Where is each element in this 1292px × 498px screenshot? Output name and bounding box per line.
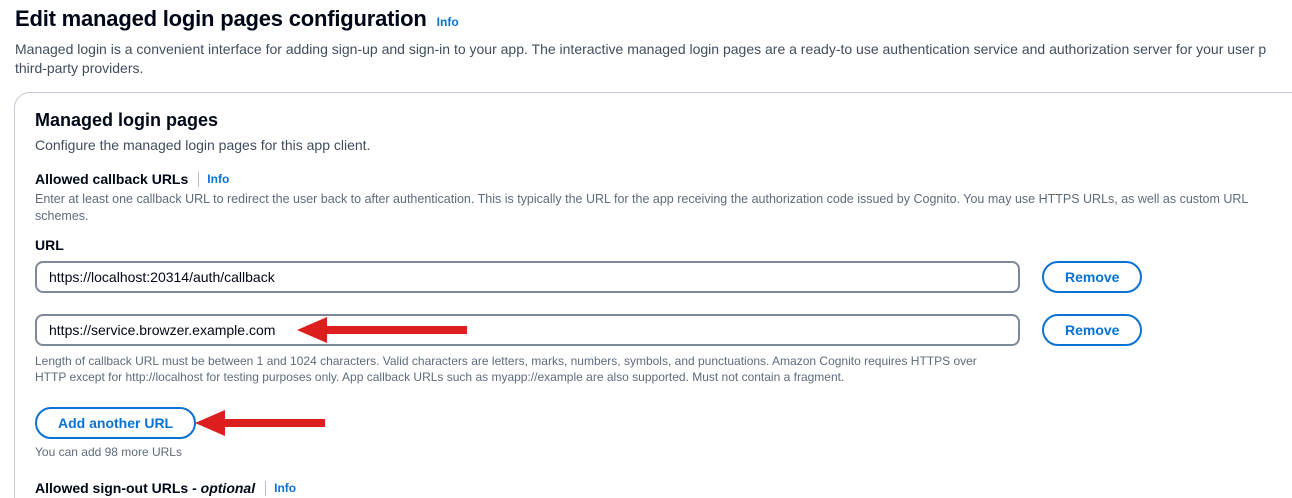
callback-info-link[interactable]: Info — [207, 172, 229, 186]
page-title-row: Edit managed login pages configuration I… — [15, 6, 1292, 32]
page-header: Edit managed login pages configuration I… — [0, 0, 1292, 78]
page-description-line2: third-party providers. — [15, 59, 1292, 78]
callback-description: Enter at least one callback URL to redir… — [35, 191, 1288, 225]
callback-url-input-1[interactable] — [35, 261, 1020, 293]
add-url-hint: You can add 98 more URLs — [35, 445, 1288, 459]
annotation-arrow-add-button-icon — [195, 410, 325, 436]
arrow-shaft — [225, 419, 325, 427]
callback-constraint-line2: HTTP except for http://localhost for tes… — [35, 369, 1288, 385]
signout-urls-label-text: Allowed sign-out URLs — [35, 480, 188, 496]
callback-constraint-line1: Length of callback URL must be between 1… — [35, 353, 1288, 369]
signout-urls-section: Allowed sign-out URLs - optional Info En… — [35, 480, 1288, 498]
page-title-info-link[interactable]: Info — [437, 15, 459, 29]
callback-url-row-1: Remove — [35, 261, 1288, 293]
card-title: Managed login pages — [35, 110, 1288, 131]
callback-constraint-text: Length of callback URL must be between 1… — [35, 353, 1288, 385]
url-column-label: URL — [35, 237, 1288, 253]
label-divider — [198, 172, 199, 187]
card-subheading: Configure the managed login pages for th… — [35, 137, 1288, 153]
signout-urls-label: Allowed sign-out URLs - optional — [35, 480, 255, 496]
allowed-callback-urls-label-row: Allowed callback URLs Info — [35, 171, 1288, 187]
callback-url-input-2[interactable] — [35, 314, 1020, 346]
allowed-callback-urls-label: Allowed callback URLs — [35, 171, 188, 187]
callback-url-row-2: Remove — [35, 314, 1288, 346]
page-title: Edit managed login pages configuration — [15, 6, 427, 32]
add-url-row: Add another URL — [35, 407, 1288, 439]
signout-urls-optional: - optional — [192, 480, 255, 496]
page-description: Managed login is a convenient interface … — [15, 40, 1292, 78]
arrow-head-icon — [195, 410, 225, 436]
add-another-url-button[interactable]: Add another URL — [35, 407, 196, 439]
signout-info-link[interactable]: Info — [274, 481, 296, 495]
page-description-line1: Managed login is a convenient interface … — [15, 40, 1292, 59]
remove-url-button-2[interactable]: Remove — [1042, 314, 1142, 346]
managed-login-pages-card: Managed login pages Configure the manage… — [14, 92, 1292, 498]
label-divider — [265, 481, 266, 496]
remove-url-button-1[interactable]: Remove — [1042, 261, 1142, 293]
signout-urls-label-row: Allowed sign-out URLs - optional Info — [35, 480, 1288, 496]
